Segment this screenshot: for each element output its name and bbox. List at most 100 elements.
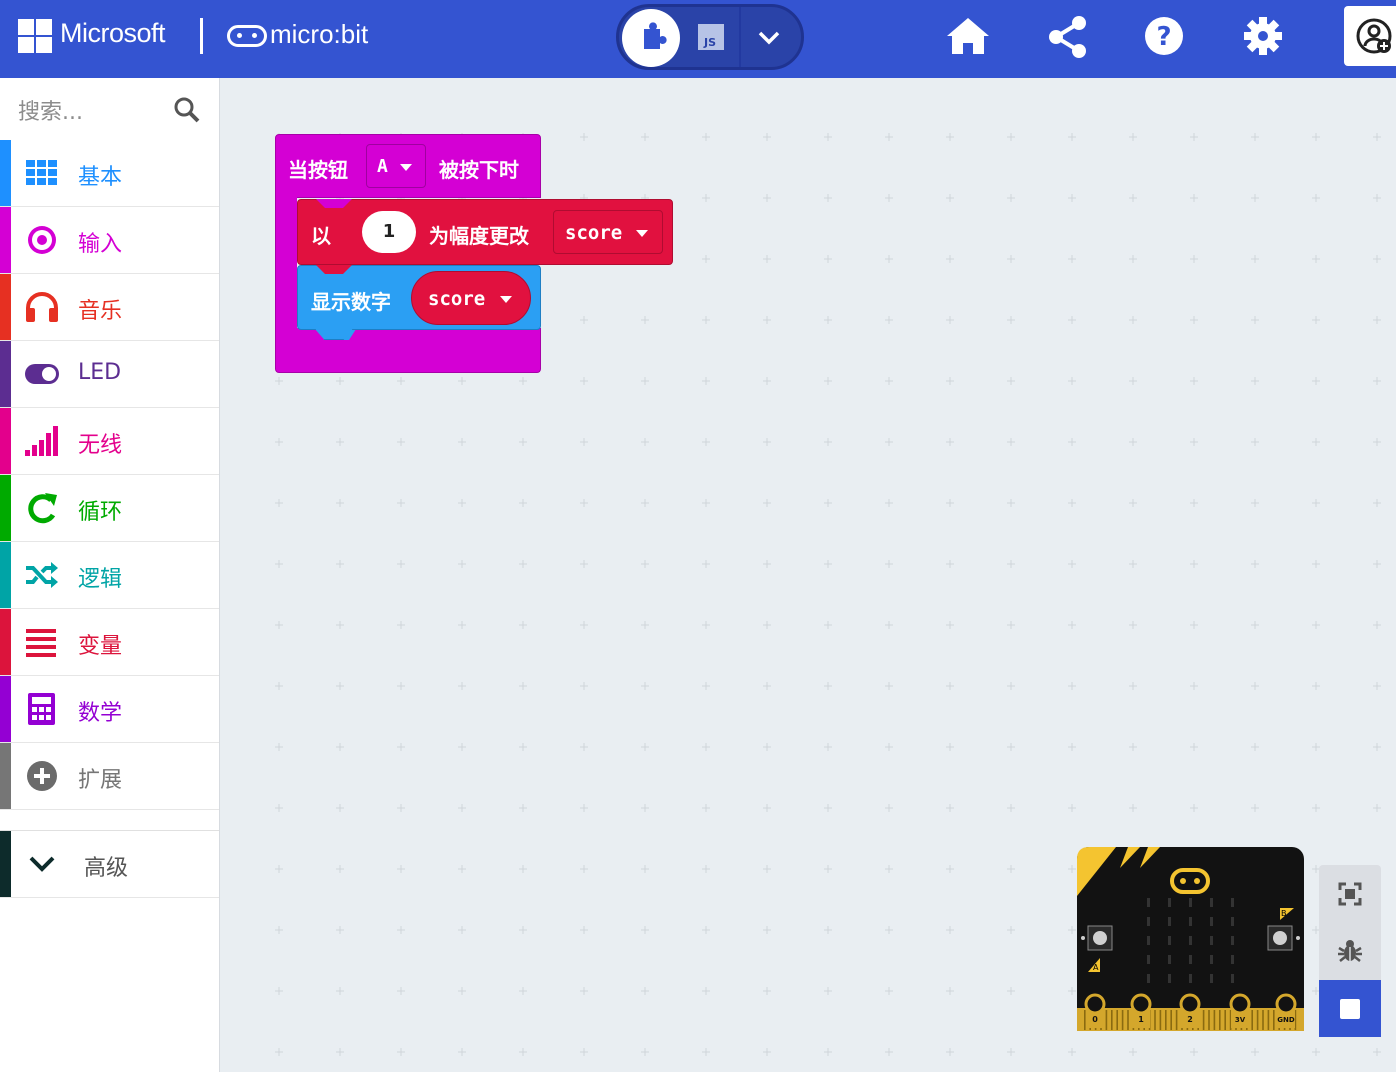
category-logic[interactable]: 逻辑: [0, 542, 219, 609]
pin-gnd[interactable]: GND: [1275, 993, 1297, 1028]
pin-2[interactable]: 2: [1179, 993, 1201, 1028]
chevron-down-icon: [29, 856, 55, 872]
category-input[interactable]: 输入: [0, 207, 219, 274]
category-advanced[interactable]: 高级: [0, 831, 219, 898]
headphones-icon: [26, 292, 58, 322]
button-a-label: A: [1093, 963, 1099, 972]
help-icon[interactable]: ?: [1141, 14, 1187, 60]
change-prefix-label: 以: [311, 224, 331, 248]
search-input[interactable]: 搜索...: [18, 94, 83, 126]
category-color-bar: [0, 475, 11, 541]
share-icon[interactable]: [1045, 14, 1091, 60]
editor-mode-toggle: JS: [616, 4, 804, 70]
category-label: 基本: [78, 165, 123, 190]
microbit-logo-icon[interactable]: [227, 25, 267, 47]
category-color-bar: [0, 274, 11, 340]
button-b[interactable]: [1267, 925, 1293, 951]
event-prefix-label: 当按钮: [288, 158, 348, 182]
block-notch: [316, 265, 352, 274]
category-label: LED: [78, 360, 122, 385]
settings-icon[interactable]: [1240, 14, 1286, 60]
dropdown-arrow-icon: [500, 296, 512, 303]
fullscreen-icon[interactable]: [1338, 882, 1362, 906]
button-b-label: B: [1281, 909, 1287, 918]
category-variables[interactable]: 变量: [0, 609, 219, 676]
button-select-dropdown[interactable]: A: [366, 144, 426, 188]
user-menu-button[interactable]: [1344, 6, 1396, 66]
event-suffix-label: 被按下时: [439, 158, 519, 182]
chevron-down-icon[interactable]: [757, 25, 781, 49]
signal-bars-icon: [25, 426, 58, 456]
change-variable-block[interactable]: 以 1 为幅度更改 score: [297, 199, 673, 265]
variable-name: score: [428, 288, 486, 310]
category-loops[interactable]: 循环: [0, 475, 219, 542]
toolbox-sidebar: 搜索... 基本 输入 音乐 LED 无线 循环 逻辑 变量 数学 扩展 高级: [0, 78, 220, 1072]
variable-dropdown[interactable]: score: [553, 210, 663, 254]
category-label: 变量: [78, 634, 123, 659]
microsoft-brand-text[interactable]: Microsoft: [60, 18, 166, 49]
show-number-block[interactable]: 显示数字 score: [297, 265, 541, 340]
category-color-bar: [0, 542, 11, 608]
category-color-bar: [0, 140, 11, 206]
category-color-bar: [0, 408, 11, 474]
category-label: 输入: [78, 232, 123, 257]
category-color-bar: [0, 743, 11, 809]
variable-name: score: [565, 222, 623, 244]
category-color-bar: [0, 676, 11, 742]
category-color-bar: [0, 341, 11, 407]
stop-icon: [1340, 999, 1360, 1019]
stop-simulator-button[interactable]: [1319, 980, 1381, 1037]
search-icon[interactable]: [174, 97, 200, 123]
dropdown-arrow-icon: [636, 230, 648, 237]
microsoft-logo[interactable]: [18, 19, 52, 53]
category-label: 高级: [84, 856, 129, 881]
pin-label: 3V: [1235, 1016, 1246, 1024]
category-color-bar: [0, 207, 11, 273]
category-math[interactable]: 数学: [0, 676, 219, 743]
category-color-bar: [0, 609, 11, 675]
target-icon: [28, 226, 56, 254]
svg-text:?: ?: [1156, 22, 1171, 52]
grid-icon: [26, 160, 57, 185]
button-a[interactable]: [1087, 925, 1113, 951]
list-icon: [26, 629, 56, 657]
shuffle-icon: [26, 562, 58, 588]
calculator-icon: [28, 693, 55, 725]
block-notch: [316, 199, 352, 208]
category-led[interactable]: LED: [0, 341, 219, 408]
puzzle-icon: [644, 22, 667, 49]
dropdown-arrow-icon: [400, 164, 412, 171]
event-block-footer: [275, 328, 541, 373]
change-amount-field[interactable]: 1: [362, 211, 416, 253]
variable-reporter[interactable]: score: [411, 271, 531, 325]
top-header: Microsoft micro:bit JS ?: [0, 0, 1396, 78]
category-color-bar: [0, 831, 11, 897]
refresh-icon: [28, 493, 57, 524]
user-icon: [1356, 18, 1392, 54]
pin-1[interactable]: 1: [1130, 993, 1152, 1028]
pin-label: 2: [1187, 1015, 1193, 1024]
header-divider: [200, 18, 203, 54]
javascript-mode-button[interactable]: JS: [698, 24, 724, 50]
debug-icon[interactable]: [1337, 938, 1363, 964]
toolbox-search[interactable]: 搜索...: [0, 78, 219, 140]
category-label: 数学: [78, 701, 123, 726]
pin-0[interactable]: 0: [1084, 993, 1106, 1028]
category-label: 音乐: [78, 299, 123, 324]
show-number-label: 显示数字: [311, 290, 391, 314]
event-block-spine: [275, 194, 297, 334]
category-extensions[interactable]: 扩展: [0, 743, 219, 810]
pin-3v[interactable]: 3V: [1229, 993, 1251, 1028]
blocks-mode-button[interactable]: [622, 9, 680, 67]
category-basic[interactable]: 基本: [0, 140, 219, 207]
toolbox-divider: [0, 815, 219, 831]
pin-label: GND: [1277, 1016, 1295, 1024]
product-name[interactable]: micro:bit: [270, 19, 368, 50]
microbit-simulator[interactable]: A B 0 1 2 3V GND: [1076, 846, 1305, 1032]
plus-circle-icon: [27, 761, 57, 791]
pin-label: 1: [1138, 1015, 1144, 1024]
category-radio[interactable]: 无线: [0, 408, 219, 475]
pin-label: 0: [1092, 1015, 1098, 1024]
category-music[interactable]: 音乐: [0, 274, 219, 341]
home-icon[interactable]: [945, 14, 991, 60]
